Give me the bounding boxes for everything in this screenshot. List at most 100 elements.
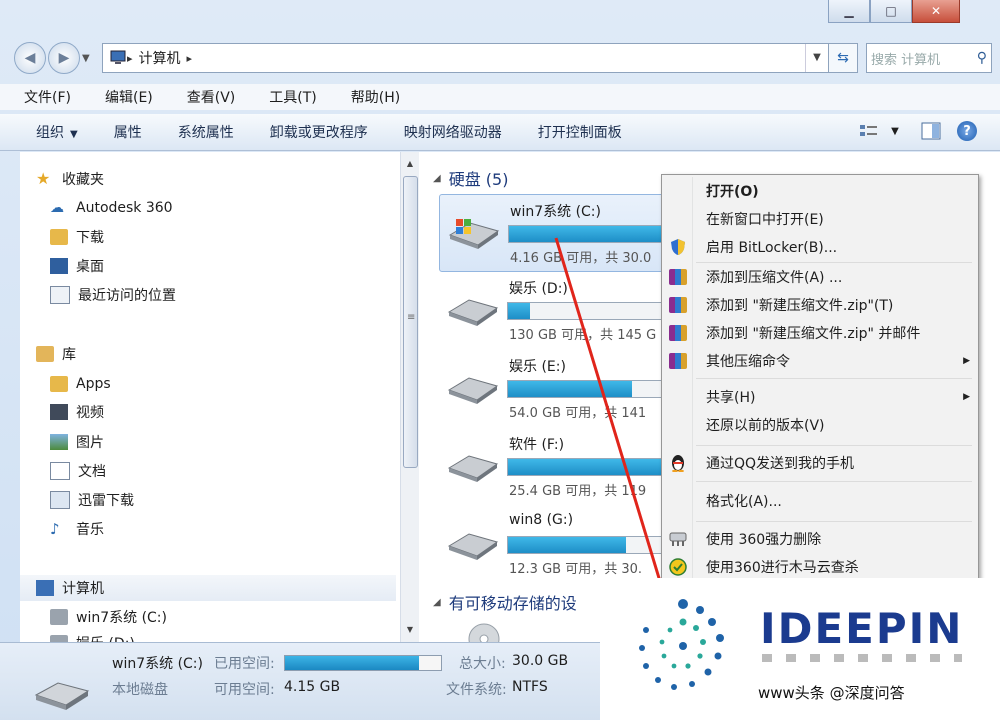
change-view-button[interactable]: [858, 120, 880, 142]
menu-tools[interactable]: 工具(T): [245, 87, 326, 107]
nav-libraries[interactable]: 库: [36, 341, 76, 367]
drive-tile-d[interactable]: 娱乐 (D:) 130 GB 可用，共 145 G: [439, 272, 709, 348]
nav-item-videos[interactable]: 视频: [50, 399, 104, 425]
drive-tile-f[interactable]: 软件 (F:) 25.4 GB 可用，共 119: [439, 428, 709, 504]
properties-button[interactable]: 属性: [114, 122, 142, 142]
back-arrow-icon: ◀: [24, 50, 36, 66]
maximize-button[interactable]: □: [870, 0, 912, 23]
nav-item-music[interactable]: ♪ 音乐: [50, 516, 104, 542]
picture-icon: [50, 434, 68, 450]
nav-item-drive-c[interactable]: win7系统 (C:): [50, 604, 167, 630]
nav-item-downloads[interactable]: 下载: [50, 224, 104, 250]
library-icon: [36, 346, 54, 362]
group-removable-storage[interactable]: ◢ 有可移动存储的设: [433, 590, 577, 614]
menu-item-other-compress[interactable]: 其他压缩命令 ▶: [664, 347, 974, 375]
drive-name: 娱乐 (D:): [509, 281, 568, 297]
menu-item-open-new-window[interactable]: 在新窗口中打开(E): [664, 205, 974, 233]
forward-button[interactable]: ▶: [48, 42, 80, 74]
nav-item-drive-d[interactable]: 娱乐 (D:): [50, 630, 135, 642]
menu-item-add-to-archive[interactable]: 添加到压缩文件(A) ...: [664, 263, 974, 291]
nav-item-recent-places[interactable]: 最近访问的位置: [50, 282, 176, 308]
menu-item-send-qq[interactable]: 通过QQ发送到我的手机: [664, 449, 974, 477]
menu-item-label: 其他压缩命令: [706, 354, 790, 370]
scroll-up-icon[interactable]: ▲: [401, 156, 419, 172]
watermark-stripe: [762, 654, 962, 662]
organize-button[interactable]: 组织 ▼: [36, 122, 78, 142]
drive-icon: [50, 635, 68, 642]
menu-item-add-to-zip[interactable]: 添加到 "新建压缩文件.zip"(T): [664, 291, 974, 319]
system-properties-button[interactable]: 系统属性: [178, 122, 234, 142]
music-icon: ♪: [50, 520, 60, 538]
menu-item-bitlocker[interactable]: 启用 BitLocker(B)...: [664, 233, 974, 261]
collapse-icon[interactable]: ◢: [433, 597, 441, 608]
preview-pane-button[interactable]: [920, 120, 942, 142]
winrar-icon: [664, 267, 692, 287]
drive-tile-e[interactable]: 娱乐 (E:) 54.0 GB 可用，共 141: [439, 350, 709, 426]
drive-free-space: 4.16 GB 可用，共 30.0: [510, 251, 652, 266]
nav-item-label: 音乐: [76, 522, 104, 538]
search-input[interactable]: 搜索 计算机 ⚲: [866, 43, 992, 73]
blank-icon: [664, 491, 692, 511]
drive-icon: [447, 455, 499, 482]
scroll-down-icon[interactable]: ▼: [401, 622, 419, 638]
menu-item-label: 添加到压缩文件(A) ...: [706, 270, 843, 286]
drive-large-icon: [34, 682, 90, 710]
menu-file[interactable]: 文件(F): [0, 87, 81, 107]
menu-item-open[interactable]: 打开(O): [664, 177, 974, 205]
uninstall-program-button[interactable]: 卸载或更改程序: [270, 122, 368, 142]
menu-help[interactable]: 帮助(H): [327, 87, 410, 107]
logo-swirl-icon: [639, 599, 724, 690]
help-icon: ?: [957, 121, 977, 141]
menu-item-restore-previous[interactable]: 还原以前的版本(V): [664, 411, 974, 439]
collapse-icon[interactable]: ◢: [433, 173, 441, 184]
menu-view[interactable]: 查看(V): [163, 87, 246, 107]
breadcrumb-arrow-icon[interactable]: ▸: [127, 52, 133, 65]
help-button[interactable]: ?: [956, 120, 978, 142]
nav-item-apps[interactable]: Apps: [50, 371, 111, 397]
map-network-drive-button[interactable]: 映射网络驱动器: [404, 122, 502, 142]
refresh-button[interactable]: ⇆: [829, 43, 858, 73]
drive-name: 娱乐 (E:): [509, 359, 566, 375]
menu-item-label: 添加到 "新建压缩文件.zip"(T): [706, 298, 894, 314]
nav-item-documents[interactable]: 文档: [50, 458, 106, 484]
view-dropdown[interactable]: ▼: [884, 120, 906, 142]
breadcrumb-computer[interactable]: 计算机: [139, 48, 181, 68]
menu-item-add-to-zip-email[interactable]: 添加到 "新建压缩文件.zip" 并邮件: [664, 319, 974, 347]
nav-item-autodesk-360[interactable]: ☁ Autodesk 360: [50, 195, 173, 221]
nav-item-label: win7系统 (C:): [76, 610, 167, 626]
back-button[interactable]: ◀: [14, 42, 46, 74]
blank-icon: [664, 387, 692, 407]
menu-edit[interactable]: 编辑(E): [81, 87, 163, 107]
open-control-panel-button[interactable]: 打开控制面板: [538, 122, 622, 142]
nav-item-label: 图片: [76, 435, 104, 451]
drive-icon: [50, 609, 68, 625]
nav-item-label: 视频: [76, 405, 104, 421]
menu-item-360-delete[interactable]: 使用 360强力删除: [664, 525, 974, 553]
menu-item-format[interactable]: 格式化(A)...: [664, 487, 974, 515]
menu-bar: 文件(F) 编辑(E) 查看(V) 工具(T) 帮助(H): [0, 84, 1000, 110]
menu-item-share[interactable]: 共享(H) ▶: [664, 383, 974, 411]
menu-item-label: 格式化(A)...: [706, 494, 782, 510]
nav-item-thunder-downloads[interactable]: 迅雷下载: [50, 487, 134, 513]
minimize-button[interactable]: ▁: [828, 0, 870, 23]
menu-item-label: 还原以前的版本(V): [706, 418, 825, 434]
computer-icon: [110, 50, 126, 64]
drive-name: win8 (G:): [509, 512, 574, 528]
watermark-caption: www头条 @深度问答: [758, 684, 905, 702]
address-bar[interactable]: ▸ 计算机 ▸ ▼: [102, 43, 829, 73]
nav-item-desktop[interactable]: 桌面: [50, 253, 104, 279]
menu-item-label: 使用 360强力删除: [706, 532, 822, 548]
group-hard-drives[interactable]: ◢ 硬盘 (5): [433, 166, 508, 190]
nav-item-pictures[interactable]: 图片: [50, 429, 104, 455]
breadcrumb-arrow-icon[interactable]: ▸: [187, 52, 193, 65]
drive-tile-g[interactable]: win8 (G:) 12.3 GB 可用，共 30.: [439, 506, 709, 582]
nav-favorites[interactable]: ★ 收藏夹: [36, 166, 104, 192]
drive-usage-fill: [508, 459, 666, 475]
navigation-scrollbar[interactable]: ▲ ≡ ▼: [400, 152, 419, 642]
menu-item-360-scan[interactable]: 使用360进行木马云查杀: [664, 553, 974, 581]
address-dropdown[interactable]: ▼: [805, 44, 828, 72]
nav-computer[interactable]: 计算机: [20, 575, 396, 601]
navigation-pane: ★ 收藏夹 ☁ Autodesk 360 下载 桌面 最近访问的位置 库 App…: [20, 152, 401, 642]
recent-pages-dropdown[interactable]: ▼: [82, 53, 96, 64]
close-button[interactable]: ✕: [912, 0, 960, 23]
